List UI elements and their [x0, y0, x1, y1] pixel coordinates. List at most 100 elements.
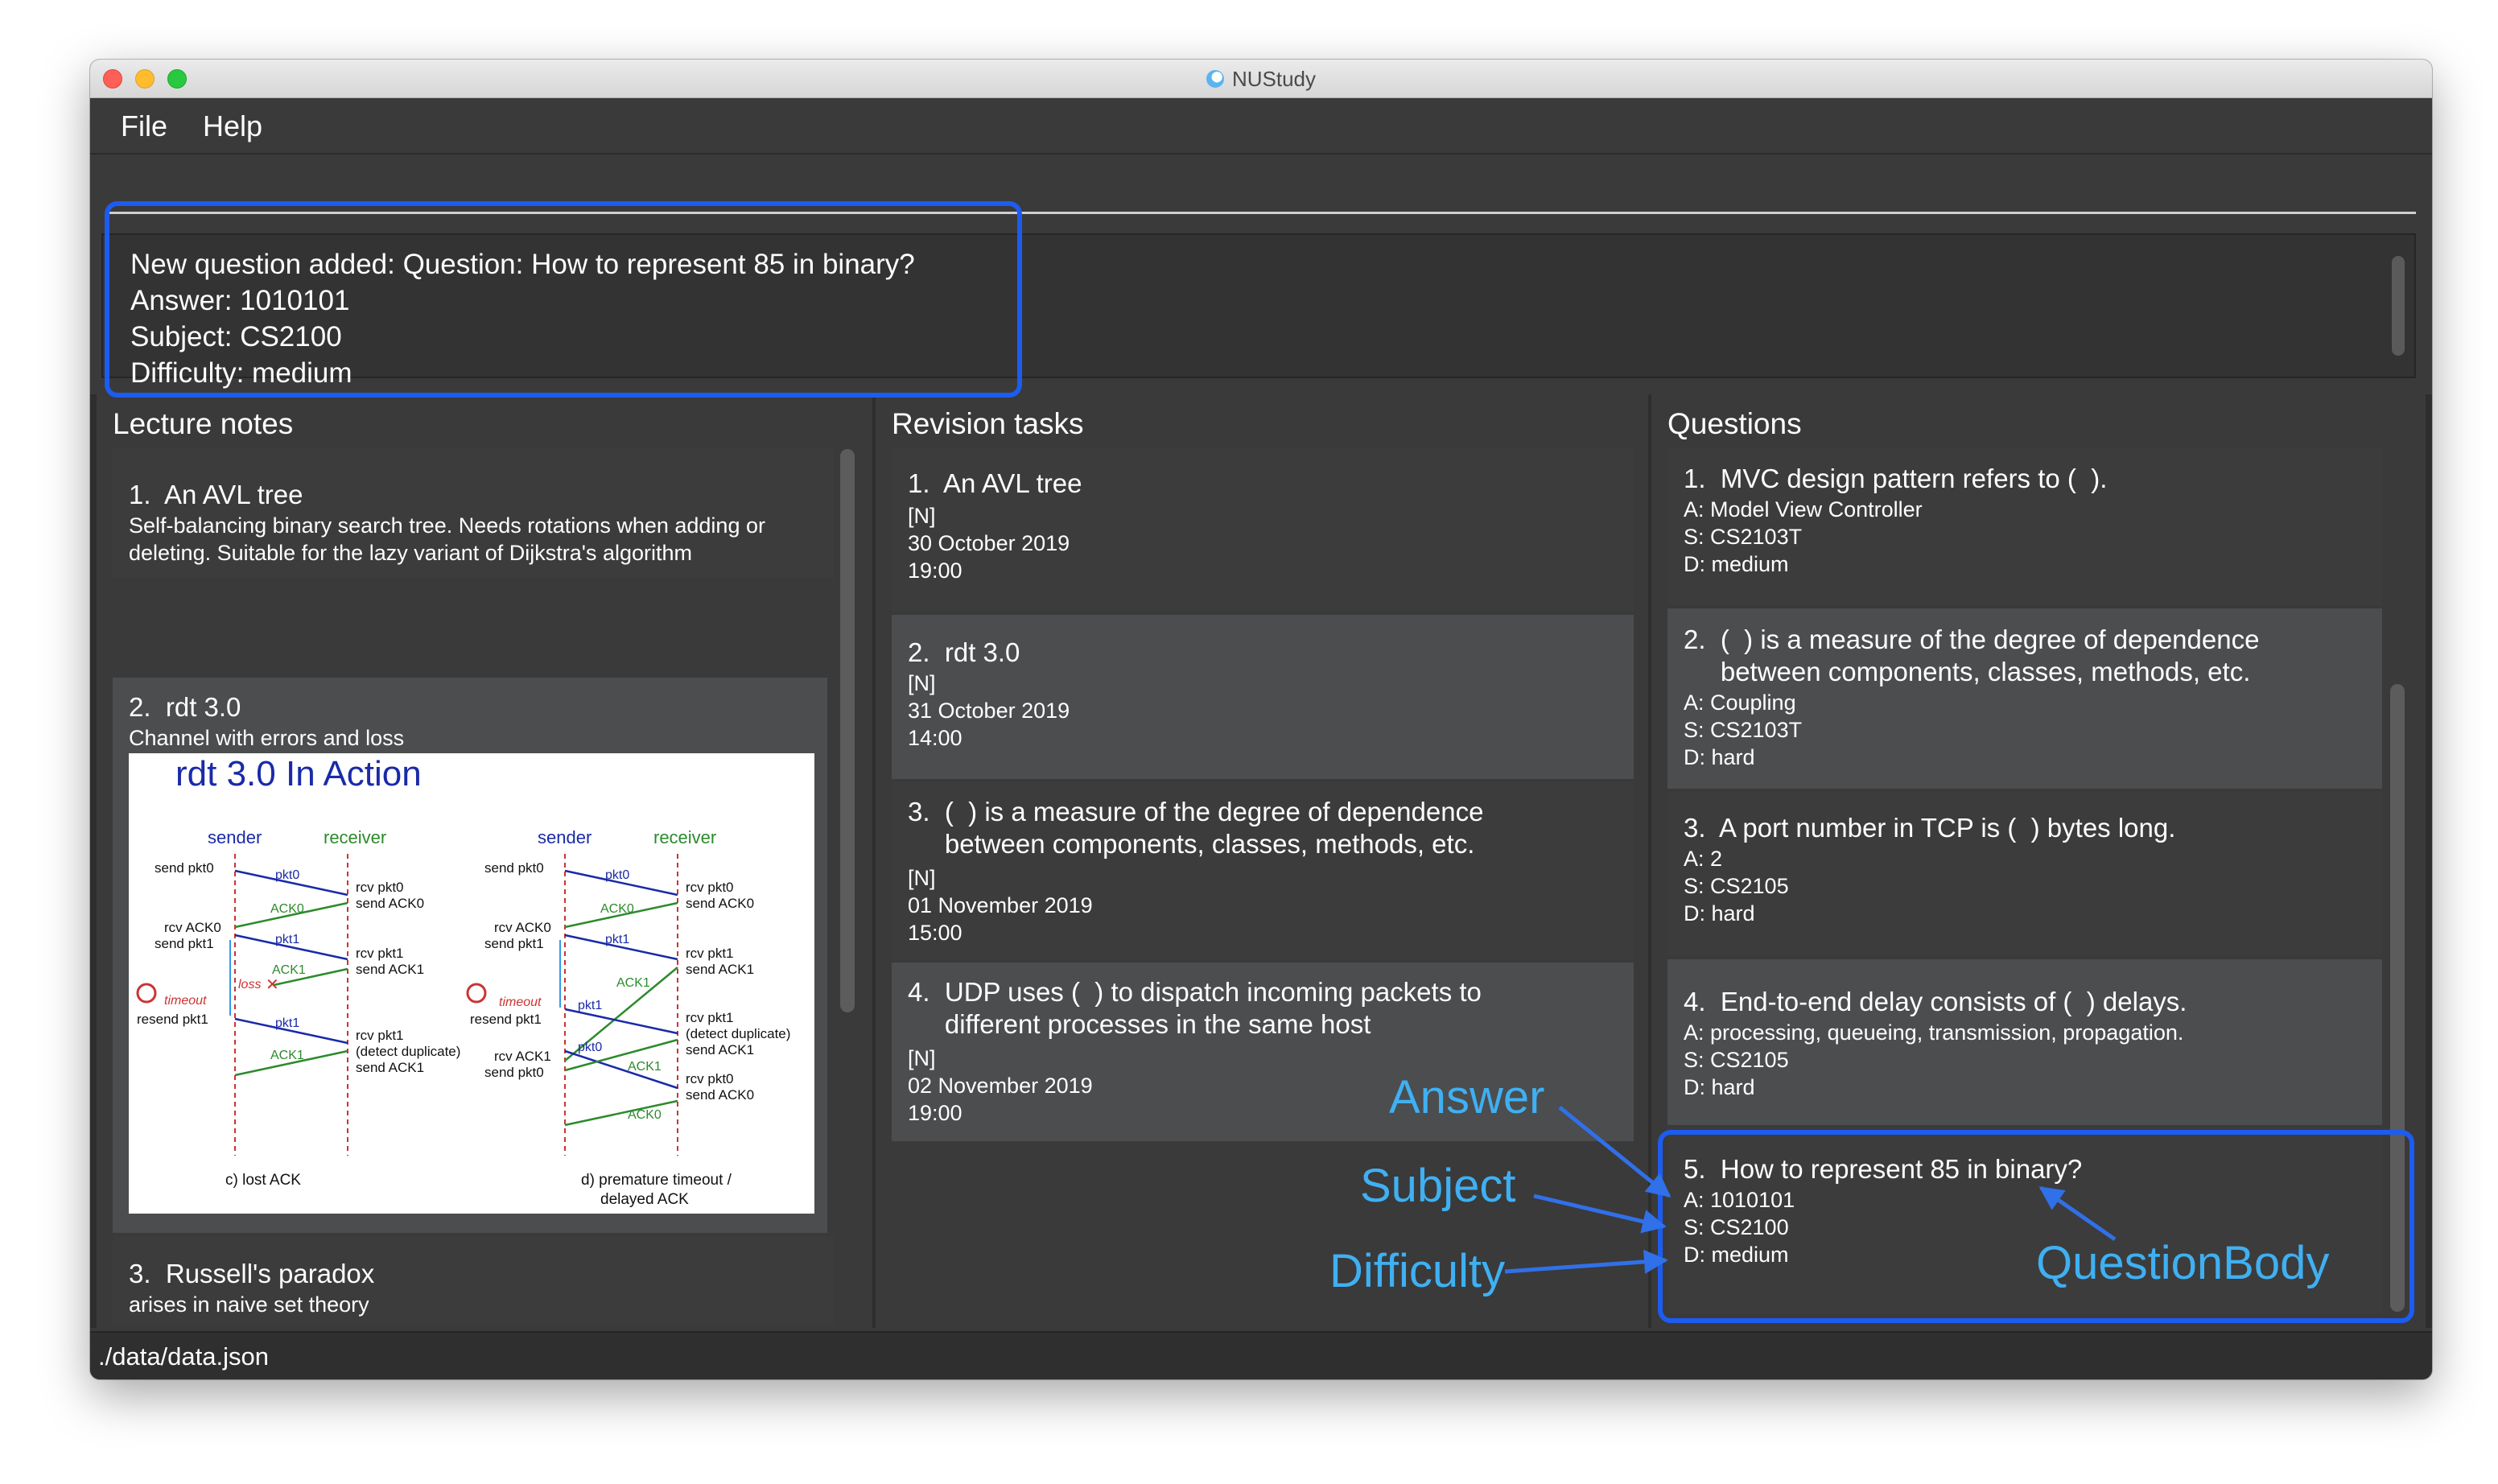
right-clock-icon [466, 983, 487, 1004]
task-title-line2: different processes in the same host [908, 1009, 1371, 1039]
task-title-line2: between components, classes, methods, et… [908, 829, 1475, 859]
rdt-diagram: rdt 3.0 In Action sender receiver send p… [136, 754, 790, 1208]
left-arrow-label: pkt1 [275, 933, 299, 946]
note-content: arises in naive set theory [129, 1292, 369, 1317]
left-caption: c) lost ACK [225, 1172, 301, 1189]
right-receiver-text: (detect duplicate) [686, 1026, 790, 1041]
question-difficulty: D: hard [1684, 1075, 1755, 1099]
question-difficulty: D: hard [1684, 901, 1755, 925]
question-card-2[interactable]: 2. ( ) is a measure of the degree of dep… [1667, 608, 2382, 789]
question-body: 4. End-to-end delay consists of ( ) dela… [1684, 987, 2187, 1016]
question-answer: A: Coupling [1684, 690, 1796, 715]
right-sender-text: rcv ACK0 [494, 920, 551, 935]
title-wrap: NUStudy [90, 60, 2432, 98]
right-receiver-text: send ACK1 [686, 962, 754, 977]
left-sender-text: send pkt0 [155, 860, 214, 876]
task-card-1[interactable]: 1. An AVL tree [N] 30 October 2019 19:00 [892, 447, 1634, 612]
title-bar: NUStudy [90, 60, 2432, 98]
question-card-4[interactable]: 4. End-to-end delay consists of ( ) dela… [1667, 959, 2382, 1125]
task-date: 31 October 2019 [908, 699, 1070, 723]
right-receiver-text: rcv pkt1 [686, 946, 734, 961]
left-receiver-label: receiver [324, 827, 386, 847]
revision-tasks-panel: Revision tasks 1. An AVL tree [N] 30 Oct… [876, 394, 1648, 1328]
right-arrow-label: ACK0 [628, 1108, 662, 1122]
task-title: 2. rdt 3.0 [908, 637, 1020, 667]
lecture-notes-title: Lecture notes [113, 407, 294, 440]
left-sender-label: sender [208, 827, 262, 847]
right-receiver-text: send ACK1 [686, 1042, 754, 1057]
left-sender-text: resend pkt1 [137, 1012, 208, 1027]
task-status: [N] [908, 504, 936, 528]
right-receiver-label: receiver [653, 827, 716, 847]
left-loss-label: loss [238, 978, 261, 991]
right-receiver-text: rcv pkt0 [686, 880, 734, 895]
note-title: 1. An AVL tree [129, 480, 303, 509]
right-caption-2: delayed ACK [600, 1191, 689, 1208]
right-sender-label: sender [538, 827, 592, 847]
left-receiver-text: rcv pkt1 [356, 1028, 404, 1043]
right-receiver-text: send ACK0 [686, 896, 754, 911]
note-title: 2. rdt 3.0 [129, 692, 241, 722]
question-answer: A: processing, queueing, transmission, p… [1684, 1020, 2184, 1045]
task-title: 4. UDP uses ( ) to dispatch incoming pac… [908, 977, 1482, 1007]
left-sender-text: rcv ACK0 [164, 920, 221, 935]
right-arrow-label: ACK1 [616, 976, 650, 990]
note-content: Channel with errors and loss [129, 726, 405, 750]
right-sender-text: send pkt0 [484, 860, 544, 876]
task-time: 14:00 [908, 726, 963, 750]
question-card-3[interactable]: 3. A port number in TCP is ( ) bytes lon… [1667, 792, 2382, 956]
left-timeout-label: timeout [164, 994, 207, 1008]
task-title: 1. An AVL tree [908, 468, 1082, 498]
left-receiver-text: (detect duplicate) [356, 1044, 460, 1059]
task-date: 02 November 2019 [908, 1074, 1093, 1098]
lecture-notes-scrollbar[interactable] [840, 449, 855, 1012]
right-sender-text: send pkt0 [484, 1065, 544, 1080]
left-receiver-text: send ACK1 [356, 1060, 424, 1075]
left-receiver-text: send ACK1 [356, 962, 424, 977]
menu-file[interactable]: File [121, 109, 167, 143]
diagram-heading: rdt 3.0 In Action [175, 754, 422, 794]
menu-help[interactable]: Help [203, 109, 262, 143]
right-timeout-label: timeout [499, 996, 542, 1009]
right-sender-text: resend pkt1 [470, 1012, 542, 1027]
lecture-notes-panel: Lecture notes 1. An AVL tree Self-balanc… [97, 394, 872, 1328]
right-arrow-label: pkt0 [578, 1041, 602, 1054]
menu-bar: File Help [90, 98, 2432, 155]
question-difficulty: D: hard [1684, 745, 1755, 769]
annotation-answer: Answer [1389, 1071, 1545, 1123]
question-body-line2: between components, classes, methods, et… [1684, 657, 2251, 686]
question-subject: S: CS2103T [1684, 525, 1803, 549]
left-receiver-text: rcv pkt1 [356, 946, 404, 961]
question-card-1[interactable]: 1. MVC design pattern refers to ( ). A: … [1667, 447, 2382, 605]
result-scrollbar[interactable] [2392, 256, 2405, 356]
left-arrow-label: ACK1 [272, 963, 306, 977]
note-card-3[interactable]: 3. Russell's paradox arises in naive set… [113, 1236, 834, 1323]
left-arrow-label: ACK0 [270, 902, 304, 916]
question-subject: S: CS2103T [1684, 718, 1803, 742]
note-card-1[interactable]: 1. An AVL tree Self-balancing binary sea… [113, 447, 834, 578]
task-card-3[interactable]: 3. ( ) is a measure of the degree of dep… [892, 782, 1634, 959]
question-body: 3. A port number in TCP is ( ) bytes lon… [1684, 813, 2176, 843]
right-arrow-label: pkt1 [578, 999, 602, 1012]
task-time: 19:00 [908, 1101, 963, 1125]
note-content: Self-balancing binary search tree. Needs… [129, 513, 765, 538]
annotation-question-body: QuestionBody [2036, 1237, 2330, 1289]
question-subject: S: CS2105 [1684, 1048, 1789, 1072]
annotation-subject: Subject [1360, 1160, 1516, 1212]
right-arrow-label: ACK1 [628, 1060, 662, 1074]
right-receiver-text: send ACK0 [686, 1087, 754, 1103]
task-date: 01 November 2019 [908, 893, 1093, 917]
status-bar: ./data/data.json [90, 1331, 2432, 1379]
question-answer: A: 2 [1684, 847, 1723, 871]
left-arrow-label: pkt0 [275, 868, 299, 882]
right-receiver-text: rcv pkt0 [686, 1071, 734, 1086]
right-receiver-text: rcv pkt1 [686, 1010, 734, 1025]
question-body: 2. ( ) is a measure of the degree of dep… [1684, 625, 2260, 654]
storage-path: ./data/data.json [98, 1342, 269, 1371]
right-caption-1: d) premature timeout / [581, 1172, 732, 1189]
task-card-2[interactable]: 2. rdt 3.0 [N] 31 October 2019 14:00 [892, 615, 1634, 779]
annotation-difficulty: Difficulty [1329, 1245, 1506, 1297]
right-arrow-label: ACK0 [600, 902, 634, 916]
app-icon [1206, 70, 1224, 88]
note-card-2-body[interactable]: 2. rdt 3.0 Channel with errors and loss … [113, 678, 827, 1233]
